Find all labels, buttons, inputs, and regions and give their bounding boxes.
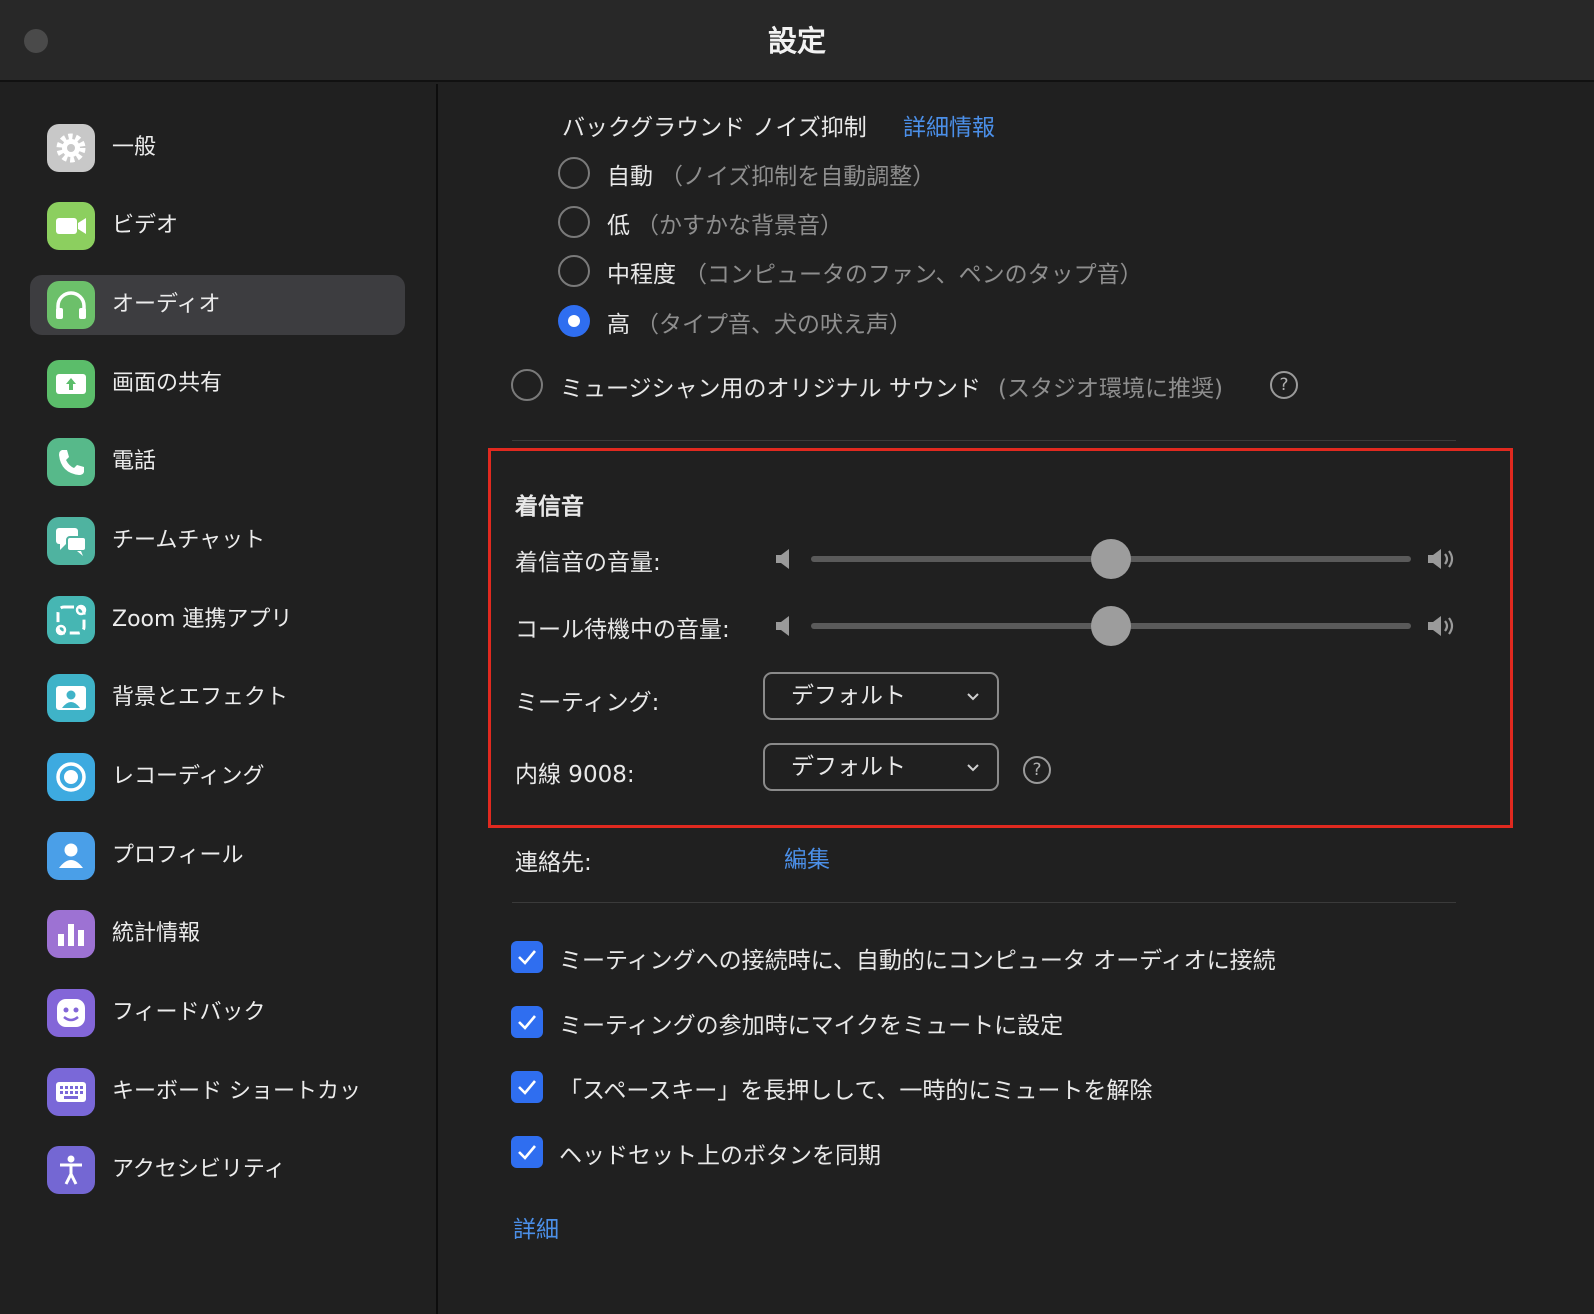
apps-icon	[47, 596, 95, 644]
option-hint: （コンピュータのファン、ペンのタップ音）	[684, 262, 1143, 288]
sidebar-item-audio[interactable]: オーディオ	[30, 275, 405, 335]
sidebar-item-accessibility[interactable]: アクセシビリティ	[30, 1140, 405, 1200]
ringtone-heading: 着信音	[515, 494, 584, 520]
checkbox-label: 「スペースキー」を長押しして、一時的にミュートを解除	[559, 1078, 1153, 1104]
radio-button[interactable]	[558, 206, 590, 238]
profile-icon	[47, 832, 95, 880]
option-label: 高	[607, 312, 630, 338]
extension-ringtone-label: 内線 9008:	[515, 762, 635, 788]
sidebar-item-keyboard-shortcuts[interactable]: キーボード ショートカッ	[30, 1062, 405, 1122]
call-waiting-volume-slider-thumb[interactable]	[1091, 606, 1131, 646]
help-icon[interactable]: ?	[1023, 756, 1051, 784]
help-icon[interactable]: ?	[1270, 371, 1298, 399]
share-screen-icon	[47, 360, 95, 408]
sidebar-item-statistics[interactable]: 統計情報	[30, 904, 405, 964]
option-hint: （タイプ音、犬の吠え声）	[636, 312, 912, 338]
sidebar-item-phone[interactable]: 電話	[30, 432, 405, 492]
divider	[512, 440, 1456, 441]
ringtone-volume-slider-thumb[interactable]	[1091, 539, 1131, 579]
sidebar-item-video[interactable]: ビデオ	[30, 196, 405, 256]
volume-low-icon	[776, 549, 789, 569]
extension-ringtone-dropdown[interactable]: デフォルト	[763, 743, 999, 791]
checkbox-label: ヘッドセット上のボタンを同期	[559, 1143, 881, 1169]
phone-icon	[47, 438, 95, 486]
sidebar-item-label: レコーディング	[112, 764, 265, 789]
gear-icon	[47, 124, 95, 172]
option-hint: （ノイズ抑制を自動調整）	[660, 164, 936, 190]
meeting-ringtone-label: ミーティング:	[515, 690, 660, 716]
ringtone-volume-label: 着信音の音量:	[515, 550, 661, 576]
checkbox-label: ミーティングの参加時にマイクをミュートに設定	[559, 1013, 1064, 1039]
option-label: 自動	[607, 164, 653, 190]
sidebar-item-label: キーボード ショートカッ	[112, 1079, 361, 1104]
checkbox-checked[interactable]	[511, 941, 543, 973]
headphones-icon	[47, 281, 95, 329]
noise-suppression-heading: バックグラウンド ノイズ抑制	[562, 115, 867, 141]
sidebar-item-label: オーディオ	[112, 292, 221, 317]
sidebar-item-label: アクセシビリティ	[112, 1157, 286, 1182]
meeting-ringtone-dropdown[interactable]: デフォルト	[763, 672, 999, 720]
sidebar-item-label: Zoom 連携アプリ	[112, 607, 293, 632]
background-person-icon	[47, 674, 95, 722]
volume-high-icon	[1428, 616, 1454, 636]
advanced-link[interactable]: 詳細	[513, 1210, 559, 1244]
record-icon	[47, 753, 95, 801]
sidebar-item-general[interactable]: 一般	[30, 118, 405, 178]
checkbox-label: ミーティングへの接続時に、自動的にコンピュータ オーディオに接続	[559, 948, 1276, 974]
option-label: 中程度	[607, 262, 676, 288]
sidebar-item-share-screen[interactable]: 画面の共有	[30, 354, 405, 414]
sidebar-item-label: 電話	[112, 449, 157, 474]
sidebar-item-feedback[interactable]: フィードバック	[30, 983, 405, 1043]
sidebar-item-label: フィードバック	[112, 1000, 266, 1025]
video-camera-icon	[47, 202, 95, 250]
sidebar-item-label: 統計情報	[112, 921, 201, 946]
sidebar-item-label: 画面の共有	[112, 371, 223, 396]
sidebar-item-label: ビデオ	[112, 213, 179, 238]
radio-button-selected[interactable]	[558, 305, 590, 337]
sidebar-item-background-effects[interactable]: 背景とエフェクト	[30, 668, 405, 728]
volume-low-icon	[776, 616, 789, 636]
radio-button[interactable]	[558, 157, 590, 189]
statistics-icon	[47, 910, 95, 958]
window-title: 設定	[767, 24, 826, 58]
smiley-icon	[47, 989, 95, 1037]
dropdown-value: デフォルト	[791, 683, 906, 709]
option-hint: （かすかな背景音）	[636, 213, 843, 239]
sidebar-item-label: プロフィール	[112, 843, 244, 868]
checkbox-checked[interactable]	[511, 1006, 543, 1038]
keyboard-icon	[47, 1068, 95, 1116]
learn-more-link[interactable]: 詳細情報	[903, 108, 995, 142]
sidebar-item-label: チームチャット	[112, 528, 266, 553]
original-sound-label: ミュージシャン用のオリジナル サウンド	[560, 376, 981, 402]
sidebar-item-recording[interactable]: レコーディング	[30, 747, 405, 807]
chevron-down-icon	[967, 693, 979, 701]
chevron-down-icon	[967, 764, 979, 772]
radio-button[interactable]	[558, 255, 590, 287]
radio-button[interactable]	[511, 369, 543, 401]
call-waiting-volume-label: コール待機中の音量:	[515, 617, 730, 643]
sidebar-item-profile[interactable]: プロフィール	[30, 826, 405, 886]
volume-high-icon	[1428, 549, 1454, 569]
sidebar-item-team-chat[interactable]: チームチャット	[30, 511, 405, 571]
chat-icon	[47, 517, 95, 565]
contacts-edit-link[interactable]: 編集	[784, 840, 830, 874]
contacts-label: 連絡先:	[515, 850, 592, 876]
sidebar-item-label: 一般	[112, 135, 157, 160]
original-sound-hint: (スタジオ環境に推奨)	[998, 376, 1223, 402]
title-bar: 設定	[0, 0, 1594, 82]
sidebar: 一般 ビデオ オーディオ 画面の共有 電話 チームチャット Zoom 連携アプリ…	[0, 84, 438, 1314]
divider	[512, 902, 1456, 903]
checkbox-checked[interactable]	[511, 1071, 543, 1103]
sidebar-item-label: 背景とエフェクト	[112, 685, 289, 710]
checkbox-checked[interactable]	[511, 1136, 543, 1168]
option-label: 低	[607, 213, 630, 239]
sidebar-item-zoom-apps[interactable]: Zoom 連携アプリ	[30, 590, 405, 650]
accessibility-icon	[47, 1146, 95, 1194]
dropdown-value: デフォルト	[791, 754, 906, 780]
